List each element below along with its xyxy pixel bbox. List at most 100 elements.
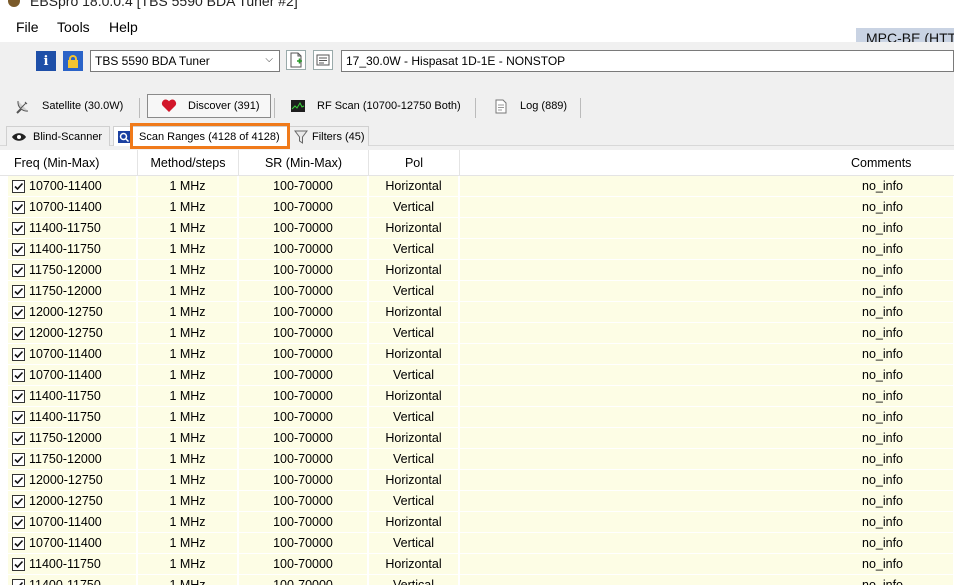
table-row[interactable]: 11750-12000 1 MHz 100-70000 Horizontal no_in…: [0, 260, 954, 281]
table-row[interactable]: 11400-11750 1 MHz 100-70000 Horizontal no_in…: [0, 554, 954, 575]
row-checkbox[interactable]: [12, 179, 25, 193]
blind-scanner-icon: [11, 132, 27, 142]
mode-discover[interactable]: Discover (391): [147, 94, 271, 118]
table-row[interactable]: 11400-11750 1 MHz 100-70000 Horizontal no_in…: [0, 386, 954, 407]
row-checkbox[interactable]: [12, 536, 25, 550]
row-checkbox[interactable]: [12, 305, 25, 319]
row-checkbox[interactable]: [12, 473, 25, 487]
table-row[interactable]: 11750-12000 1 MHz 100-70000 Vertical no_info: [0, 449, 954, 470]
row-checkbox[interactable]: [12, 242, 25, 256]
table-row[interactable]: 10700-11400 1 MHz 100-70000 Vertical no_info: [0, 533, 954, 554]
menu-file[interactable]: File: [16, 19, 39, 35]
checkmark-icon: [14, 287, 24, 295]
column-header-freq[interactable]: Freq (Min-Max): [8, 150, 138, 176]
heart-icon: [160, 98, 178, 114]
cell-comment: no_info: [460, 344, 954, 364]
cell-method: 1 MHz: [138, 365, 238, 385]
mode-satellite-label: Satellite (30.0W): [42, 100, 124, 112]
cell-freq: 11750-12000: [8, 428, 137, 448]
column-header-sr[interactable]: SR (Min-Max): [239, 150, 369, 176]
row-checkbox[interactable]: [12, 410, 25, 424]
tab-filters[interactable]: Filters (45): [289, 126, 369, 146]
table-row[interactable]: 10700-11400 1 MHz 100-70000 Vertical no_info: [0, 365, 954, 386]
cell-pol: Horizontal: [369, 344, 459, 364]
divider: [580, 98, 581, 118]
new-document-icon[interactable]: [286, 50, 306, 70]
row-checkbox[interactable]: [12, 347, 25, 361]
mode-log[interactable]: Log (889): [492, 94, 567, 118]
cell-pol: Horizontal: [369, 470, 459, 490]
table-row[interactable]: 12000-12750 1 MHz 100-70000 Vertical no_info: [0, 491, 954, 512]
row-checkbox[interactable]: [12, 368, 25, 382]
row-checkbox[interactable]: [12, 326, 25, 340]
row-checkbox[interactable]: [12, 452, 25, 466]
row-checkbox[interactable]: [12, 431, 25, 445]
table-header: Freq (Min-Max) Method/steps SR (Min-Max)…: [0, 150, 954, 176]
row-checkbox[interactable]: [12, 578, 25, 585]
row-checkbox[interactable]: [12, 389, 25, 403]
freq-value: 12000-12750: [29, 305, 103, 319]
freq-value: 10700-11400: [29, 368, 102, 382]
tuner-select[interactable]: TBS 5590 BDA Tuner ⌵: [90, 50, 280, 72]
row-checkbox[interactable]: [12, 557, 25, 571]
cell-sr: 100-70000: [239, 197, 368, 217]
cell-comment: no_info: [460, 428, 954, 448]
table-row[interactable]: 10700-11400 1 MHz 100-70000 Horizontal no_in…: [0, 176, 954, 197]
cell-freq: 12000-12750: [8, 491, 137, 511]
column-header-comments[interactable]: Comments: [460, 150, 954, 176]
row-checkbox[interactable]: [12, 515, 25, 529]
row-checkbox[interactable]: [12, 284, 25, 298]
table-row[interactable]: 11750-12000 1 MHz 100-70000 Vertical no_info: [0, 281, 954, 302]
channel-list-icon[interactable]: [313, 50, 333, 70]
freq-value: 11400-11750: [29, 221, 101, 235]
cell-comment: no_info: [460, 449, 954, 469]
cell-method: 1 MHz: [138, 323, 238, 343]
row-checkbox[interactable]: [12, 263, 25, 277]
menu-help[interactable]: Help: [109, 19, 138, 35]
table-row[interactable]: 12000-12750 1 MHz 100-70000 Vertical no_info: [0, 323, 954, 344]
cell-pol: Horizontal: [369, 218, 459, 238]
table-row[interactable]: 12000-12750 1 MHz 100-70000 Horizontal no_in…: [0, 470, 954, 491]
freq-value: 11400-11750: [29, 242, 101, 256]
menu-bar: File Tools Help MPC-BE (HTTP: [0, 12, 954, 50]
table-row[interactable]: 11400-11750 1 MHz 100-70000 Horizontal no_in…: [0, 218, 954, 239]
row-checkbox[interactable]: [12, 494, 25, 508]
row-checkbox[interactable]: [12, 221, 25, 235]
table-row[interactable]: 11400-11750 1 MHz 100-70000 Vertical no_info: [0, 575, 954, 585]
checkmark-icon: [14, 392, 24, 400]
cell-method: 1 MHz: [138, 218, 238, 238]
checkmark-icon: [14, 203, 24, 211]
info-icon[interactable]: i: [36, 51, 56, 71]
mode-satellite[interactable]: Satellite (30.0W): [14, 94, 123, 118]
tab-filters-label: Filters (45): [312, 130, 365, 143]
table-row[interactable]: 10700-11400 1 MHz 100-70000 Vertical no_info: [0, 197, 954, 218]
checkmark-icon: [14, 539, 24, 547]
mode-log-label: Log (889): [520, 100, 568, 112]
cell-comment: no_info: [460, 218, 954, 238]
column-header-method[interactable]: Method/steps: [138, 150, 239, 176]
lock-icon[interactable]: [63, 51, 83, 71]
table-row[interactable]: 10700-11400 1 MHz 100-70000 Horizontal no_in…: [0, 344, 954, 365]
table-row[interactable]: 10700-11400 1 MHz 100-70000 Horizontal no_in…: [0, 512, 954, 533]
freq-value: 11750-12000: [29, 452, 102, 466]
cell-freq: 11400-11750: [8, 239, 137, 259]
mode-rf-scan[interactable]: RF Scan (10700-12750 Both): [289, 94, 461, 118]
cell-method: 1 MHz: [138, 470, 238, 490]
cell-sr: 100-70000: [239, 575, 368, 585]
cell-freq: 11750-12000: [8, 449, 137, 469]
table-row[interactable]: 11400-11750 1 MHz 100-70000 Vertical no_info: [0, 239, 954, 260]
table-row[interactable]: 12000-12750 1 MHz 100-70000 Horizontal no_in…: [0, 302, 954, 323]
channel-field[interactable]: 17_30.0W - Hispasat 1D-1E - NONSTOP: [341, 50, 954, 72]
cell-method: 1 MHz: [138, 449, 238, 469]
cell-comment: no_info: [460, 407, 954, 427]
tab-blind-scanner[interactable]: Blind-Scanner: [6, 126, 110, 146]
table-row[interactable]: 11400-11750 1 MHz 100-70000 Vertical no_info: [0, 407, 954, 428]
menu-tools[interactable]: Tools: [57, 19, 90, 35]
column-header-pol[interactable]: Pol: [369, 150, 460, 176]
scan-ranges-table: Freq (Min-Max) Method/steps SR (Min-Max)…: [0, 150, 954, 585]
table-row[interactable]: 11750-12000 1 MHz 100-70000 Horizontal no_in…: [0, 428, 954, 449]
cell-freq: 10700-11400: [8, 176, 137, 196]
cell-method: 1 MHz: [138, 512, 238, 532]
row-checkbox[interactable]: [12, 200, 25, 214]
checkmark-icon: [14, 476, 24, 484]
